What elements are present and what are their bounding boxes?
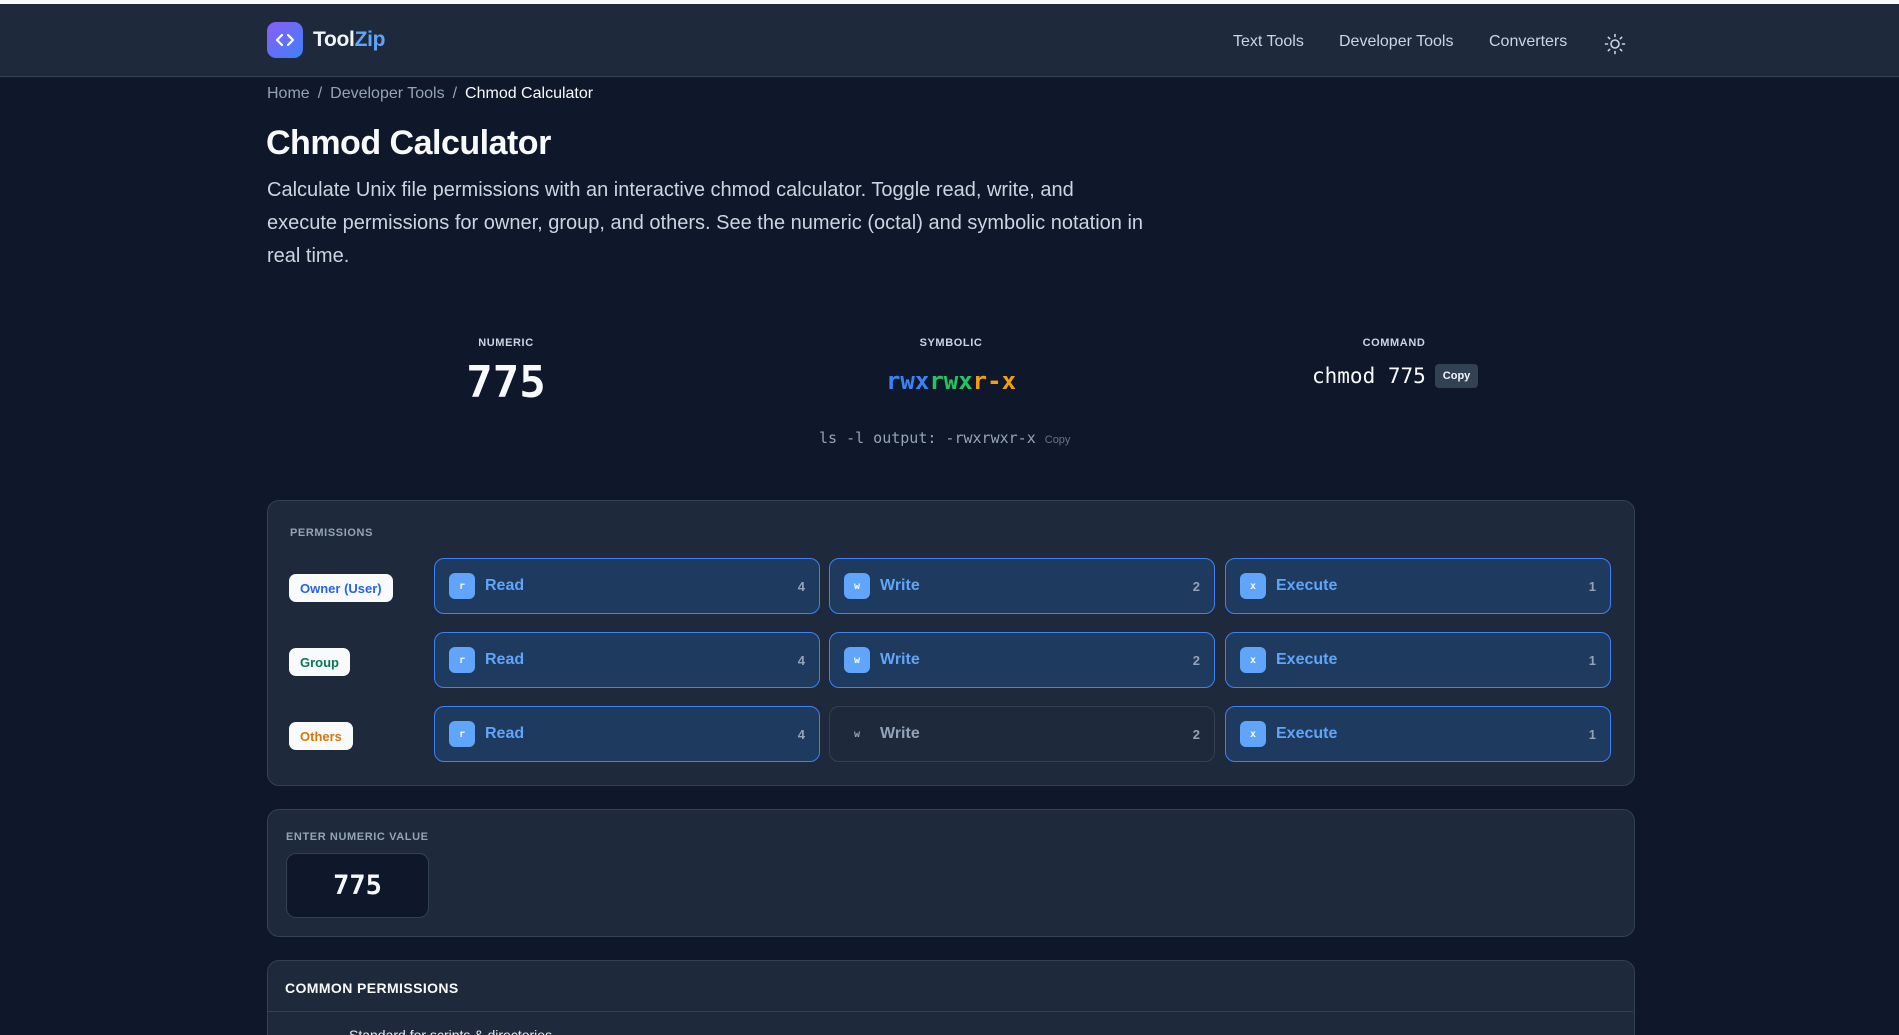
others-write-toggle[interactable]: w Write 2 [829, 706, 1215, 762]
perm-label: Write [880, 725, 920, 742]
perm-value: 1 [1588, 726, 1596, 742]
perm-value: 4 [797, 578, 805, 594]
perm-value: 2 [1192, 726, 1200, 742]
role-badge-group-text: Group [300, 654, 339, 670]
breadcrumb-developer-tools[interactable]: Developer Tools [330, 85, 444, 103]
page-title: Chmod Calculator [266, 124, 551, 162]
numeric-value-input[interactable] [286, 853, 429, 918]
group-execute-toggle[interactable]: x Execute 1 [1225, 632, 1611, 688]
common-permission-description[interactable]: Standard for scripts & directories [349, 1027, 552, 1035]
perm-value: 1 [1588, 652, 1596, 668]
execute-icon: x [1240, 647, 1266, 673]
perm-value: 2 [1192, 652, 1200, 668]
perm-label: Read [485, 725, 525, 742]
breadcrumb-current: Chmod Calculator [465, 85, 594, 102]
others-execute-toggle[interactable]: x Execute 1 [1225, 706, 1611, 762]
read-icon: r [449, 721, 475, 747]
perm-label: Write [880, 577, 920, 594]
perm-label: Read [485, 577, 525, 594]
group-read-toggle[interactable]: r Read 4 [434, 632, 820, 688]
nav-link-text-tools[interactable]: Text Tools [1233, 33, 1304, 51]
symbolic-others: r-x [972, 367, 1017, 395]
perm-value: 2 [1192, 578, 1200, 594]
execute-icon: x [1240, 573, 1266, 599]
navbar: ToolZip Text Tools Developer Tools Conve… [0, 4, 1899, 77]
divider [268, 1011, 1633, 1012]
command-box: chmod 775 Copy [1312, 364, 1479, 388]
role-badge-owner-text: Owner (User) [300, 580, 382, 596]
role-badge-owner: Owner (User) [289, 574, 393, 602]
breadcrumb-separator: / [317, 85, 323, 102]
numeric-label: NUMERIC [478, 337, 534, 349]
command-value: chmod 775 [1312, 364, 1426, 388]
command-label: COMMAND [1362, 337, 1426, 349]
symbolic-label: SYMBOLIC [919, 337, 983, 349]
symbolic-value: rwxrwxr-x [851, 367, 1051, 395]
role-badge-others: Others [289, 722, 353, 750]
owner-read-toggle[interactable]: r Read 4 [434, 558, 820, 614]
common-permissions-title: COMMON PERMISSIONS [285, 980, 459, 996]
logo-icon[interactable] [267, 22, 303, 58]
role-badge-others-text: Others [300, 728, 342, 744]
numeric-input-panel: ENTER NUMERIC VALUE [267, 809, 1635, 937]
symbolic-group: rwx [929, 367, 973, 395]
nav-link-converters[interactable]: Converters [1489, 33, 1567, 51]
perm-label: Write [880, 651, 920, 668]
copy-ls-button[interactable]: Copy [1045, 434, 1071, 446]
perm-value: 4 [797, 652, 805, 668]
owner-execute-toggle[interactable]: x Execute 1 [1225, 558, 1611, 614]
write-icon: w [844, 647, 870, 673]
numeric-input-label: ENTER NUMERIC VALUE [286, 831, 429, 843]
ls-output-text: ls -l output: -rwxrwxr-x [819, 429, 1036, 447]
perm-value: 1 [1588, 578, 1596, 594]
logo-text-part2: Zip [354, 28, 386, 51]
write-icon: w [853, 728, 861, 740]
write-icon: w [844, 573, 870, 599]
common-permissions-panel [267, 960, 1635, 1035]
role-badge-group: Group [289, 648, 350, 676]
perm-label: Execute [1276, 725, 1338, 742]
sun-icon[interactable] [1604, 33, 1626, 55]
nav-link-developer-tools[interactable]: Developer Tools [1339, 33, 1453, 51]
numeric-value: 775 [466, 357, 546, 408]
page-description: Calculate Unix file permissions with an … [267, 179, 1144, 267]
breadcrumb-separator: / [452, 85, 458, 102]
symbolic-owner: rwx [885, 367, 930, 395]
perm-label: Execute [1276, 651, 1338, 668]
breadcrumb: Home / Developer Tools / Chmod Calculato… [267, 85, 593, 103]
read-icon: r [449, 647, 475, 673]
ls-output: ls -l output: -rwxrwxr-x Copy [819, 429, 1070, 447]
owner-write-toggle[interactable]: w Write 2 [829, 558, 1215, 614]
perm-value: 4 [797, 726, 805, 742]
logo-text-part1: Tool [313, 28, 355, 51]
group-write-toggle[interactable]: w Write 2 [829, 632, 1215, 688]
permissions-label: PERMISSIONS [290, 527, 374, 539]
perm-label: Execute [1276, 577, 1338, 594]
logo-text[interactable]: ToolZip [313, 28, 385, 52]
copy-command-button[interactable]: Copy [1434, 364, 1479, 388]
breadcrumb-home[interactable]: Home [267, 85, 310, 103]
execute-icon: x [1240, 721, 1266, 747]
read-icon: r [449, 573, 475, 599]
perm-label: Read [485, 651, 525, 668]
others-read-toggle[interactable]: r Read 4 [434, 706, 820, 762]
